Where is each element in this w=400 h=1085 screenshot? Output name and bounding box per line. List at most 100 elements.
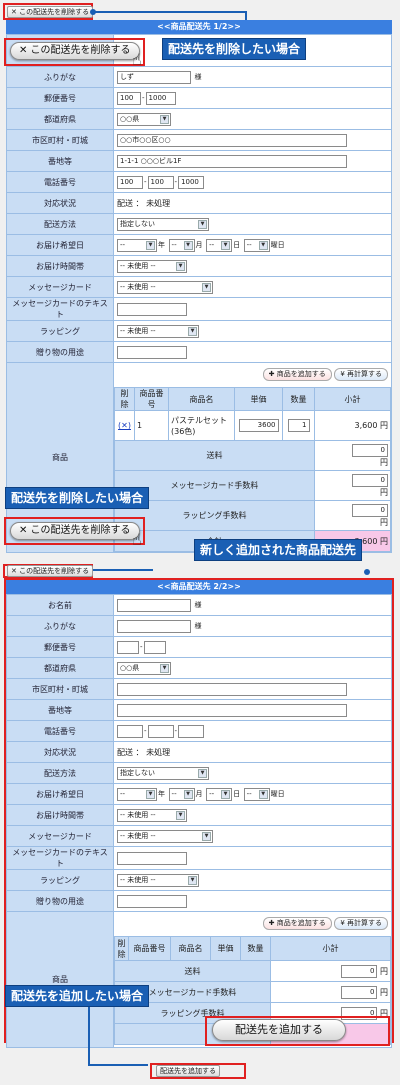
pref-select[interactable]: ○○県 ▼ [117,112,171,126]
callout-delete-case: 配送先を削除したい場合 [162,38,307,60]
name-input[interactable] [117,598,191,612]
delete-destination-button-2[interactable]: ✕ この配送先を削除する [7,565,94,577]
wrapping-select[interactable]: -- 未使用 -- ▼ [117,873,199,887]
connector-dot [90,9,96,15]
message-card-select[interactable]: -- 未使用 -- ▼ [117,829,213,843]
weekday-select[interactable]: -- ▼ [243,787,270,801]
zip-input-2[interactable]: 1000 [145,91,176,105]
furigana-input[interactable] [117,619,191,633]
connector-line [88,1064,148,1066]
message-card-label: メッセージカード [6,825,114,847]
address-input[interactable] [117,703,347,717]
product-table: 削除 商品番号 商品名 単価 数量 小計 (✕) 1 パステルセット(36色) … [114,387,391,552]
shipping-method-label: 配送方法 [6,762,114,784]
message-card-text-label: メッセージカードのテキスト [6,297,114,321]
shipping-fee-input[interactable]: 0 [352,443,388,457]
pref-select[interactable]: ○○県 ▼ [117,661,171,675]
shipping-destination-2: <<商品配送先 2/2>> お名前 様 ふりがな 様 郵便番号 - 都道府県 ○… [6,580,392,1048]
delivery-time-select[interactable]: -- 未使用 -- ▼ [117,259,187,273]
gift-purpose-label: 贈り物の用途 [6,341,114,363]
tel-label: 電話番号 [6,720,114,742]
day-select[interactable]: -- ▼ [206,238,233,252]
city-label: 市区町村・町城 [6,129,114,151]
add-product-button[interactable]: ✚ 商品を追加する [262,368,332,381]
recalculate-button[interactable]: ¥ 再計算する [334,368,388,381]
delivery-date-label: お届け希望日 [6,783,114,805]
city-input[interactable]: ○○市○○区○○ [117,133,347,147]
section-title: <<商品配送先 2/2>> [6,580,392,594]
name-label: お名前 [6,594,114,616]
gift-purpose-label: 贈り物の用途 [6,890,114,912]
wrapping-label: ラッピング [6,320,114,342]
message-card-select[interactable]: -- 未使用 -- ▼ [117,280,213,294]
destination-form: ふりがな しず 様 郵便番号 100-1000 都道府県 ○○県 ▼ 市区町村・町… [6,34,392,553]
zip-input-2[interactable] [143,640,166,654]
city-label: 市区町村・町城 [6,678,114,700]
chevron-down-icon: ▼ [198,219,207,229]
section-title: <<商品配送先 1/2>> [6,20,392,34]
zip-input-1[interactable]: 100 [117,91,141,105]
delivery-time-select[interactable]: -- 未使用 -- ▼ [117,808,187,822]
gift-purpose-input[interactable] [117,345,187,359]
weekday-select[interactable]: -- ▼ [243,238,270,252]
add-product-button[interactable]: ✚ 商品を追加する [262,917,332,930]
wrapping-label: ラッピング [6,869,114,891]
table-row: (✕) 1 パステルセット(36色) 3600 1 3,600 円 [114,410,391,441]
year-select[interactable]: -- ▼ [117,787,157,801]
furigana-input[interactable]: しず [117,70,191,84]
callout-delete-case-2: 配送先を削除したい場合 [5,487,150,509]
message-card-text-input[interactable] [117,851,187,865]
message-card-text-label: メッセージカードのテキスト [6,846,114,870]
product-label: 商品 [6,911,114,1048]
address-label: 番地等 [6,150,114,172]
status-label: 対応状況 [6,192,114,214]
zoom-delete-button: ✕ この配送先を削除する [10,42,140,60]
day-select[interactable]: -- ▼ [206,787,233,801]
chevron-down-icon: ▼ [160,114,169,124]
connector-line [88,1007,90,1065]
price-input[interactable]: 3600 [238,419,279,432]
tel-input-1[interactable]: 100 [117,175,143,189]
furigana-label: ふりがな [6,615,114,637]
delivery-date-label: お届け希望日 [6,234,114,256]
add-destination-button[interactable]: 配送先を追加する [156,1065,220,1077]
shipping-destination-1: <<商品配送先 1/2>> ふりがな しず 様 郵便番号 100-1000 都道… [6,20,392,553]
shipping-method-select[interactable]: 指定しない ▼ [117,217,209,231]
destination-form: お名前 様 ふりがな 様 郵便番号 - 都道府県 ○○県 ▼ 市区町村・町城 番地… [6,594,392,1048]
callout-add-case: 配送先を追加したい場合 [5,985,150,1007]
furigana-label: ふりがな [6,66,114,88]
zip-label: 郵便番号 [6,87,114,109]
tel-label: 電話番号 [6,171,114,193]
hand-cursor-icon: ☝ [132,50,142,69]
recalculate-button[interactable]: ¥ 再計算する [334,917,388,930]
delivery-time-label: お届け時間帯 [6,804,114,826]
tel-input-1[interactable] [117,724,143,738]
card-fee-input[interactable]: 0 [341,985,378,999]
address-input[interactable]: 1-1-1 ○○○ビル1F [117,154,347,168]
qty-input[interactable]: 1 [287,419,310,432]
shipping-method-label: 配送方法 [6,213,114,235]
shipping-fee-input[interactable]: 0 [341,964,378,978]
wrapping-select[interactable]: -- 未使用 -- ▼ [117,324,199,338]
zip-input-1[interactable] [117,640,139,654]
hand-cursor-icon: ☝ [132,530,142,549]
tel-input-3[interactable] [178,724,205,738]
tel-input-3[interactable]: 1000 [178,175,205,189]
month-select[interactable]: -- ▼ [168,787,195,801]
status-value: 配送 ： 未処理 [113,192,392,214]
month-select[interactable]: -- ▼ [168,238,195,252]
tel-input-2[interactable]: 100 [147,175,174,189]
gift-purpose-input[interactable] [117,894,187,908]
shipping-method-select[interactable]: 指定しない ▼ [117,766,209,780]
card-fee-input[interactable]: 0 [352,473,388,487]
city-input[interactable] [117,682,347,696]
delete-destination-button-1[interactable]: ✕ この配送先を削除する [7,6,94,18]
connector-line [93,569,153,571]
delivery-time-label: お届け時間帯 [6,255,114,277]
message-card-text-input[interactable] [117,302,187,316]
pref-label: 都道府県 [6,108,114,130]
year-select[interactable]: -- ▼ [117,238,157,252]
remove-item-link[interactable]: (✕) [118,421,131,430]
tel-input-2[interactable] [147,724,174,738]
wrap-fee-input[interactable]: 0 [352,503,388,517]
